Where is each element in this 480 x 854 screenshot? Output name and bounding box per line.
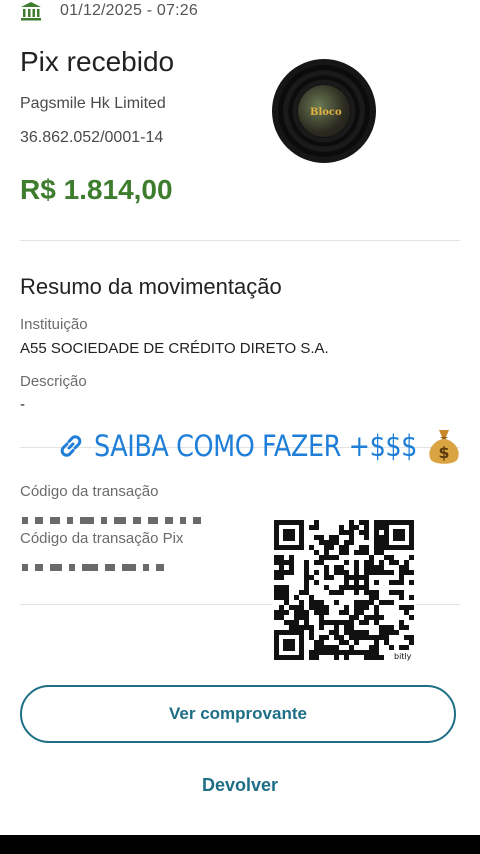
vinyl-record-label: Bloco: [298, 85, 350, 137]
pix-code-label: Código da transação Pix: [20, 530, 184, 547]
vinyl-label-text: Bloco: [310, 107, 342, 118]
institution-label: Instituição: [20, 316, 88, 333]
transaction-code-masked: [22, 512, 208, 525]
money-bag-icon: $: [429, 430, 459, 464]
bank-icon: [21, 2, 41, 21]
view-receipt-button[interactable]: Ver comprovante: [20, 685, 456, 743]
qr-caption: bitly: [394, 652, 412, 661]
transaction-amount: R$ 1.814,00: [20, 174, 173, 205]
transaction-datetime: 01/12/2025 - 07:26: [60, 2, 198, 19]
page-title: Pix recebido: [20, 46, 175, 77]
vinyl-record-image: Bloco: [272, 59, 376, 163]
link-icon: [60, 435, 82, 457]
promo-text: SAIBA COMO FAZER +$$$: [94, 429, 417, 463]
divider: [20, 240, 460, 241]
promo-banner[interactable]: SAIBA COMO FAZER +$$$ $: [56, 426, 463, 466]
payer-document: 36.862.052/0001-14: [20, 129, 164, 146]
header-row: 01/12/2025 - 07:26: [20, 0, 198, 22]
pix-code-masked: [22, 559, 171, 572]
description-value: -: [20, 396, 25, 413]
return-button[interactable]: Devolver: [0, 775, 480, 796]
system-navigation-bar: [0, 835, 480, 854]
summary-title: Resumo da movimentação: [20, 274, 282, 299]
transaction-code-label: Código da transação: [20, 483, 159, 500]
institution-value: A55 SOCIEDADE DE CRÉDITO DIRETO S.A.: [20, 340, 329, 357]
description-label: Descrição: [20, 373, 87, 390]
qr-code[interactable]: bitly: [272, 518, 416, 662]
payer-name: Pagsmile Hk Limited: [20, 95, 166, 112]
svg-text:$: $: [438, 443, 449, 462]
